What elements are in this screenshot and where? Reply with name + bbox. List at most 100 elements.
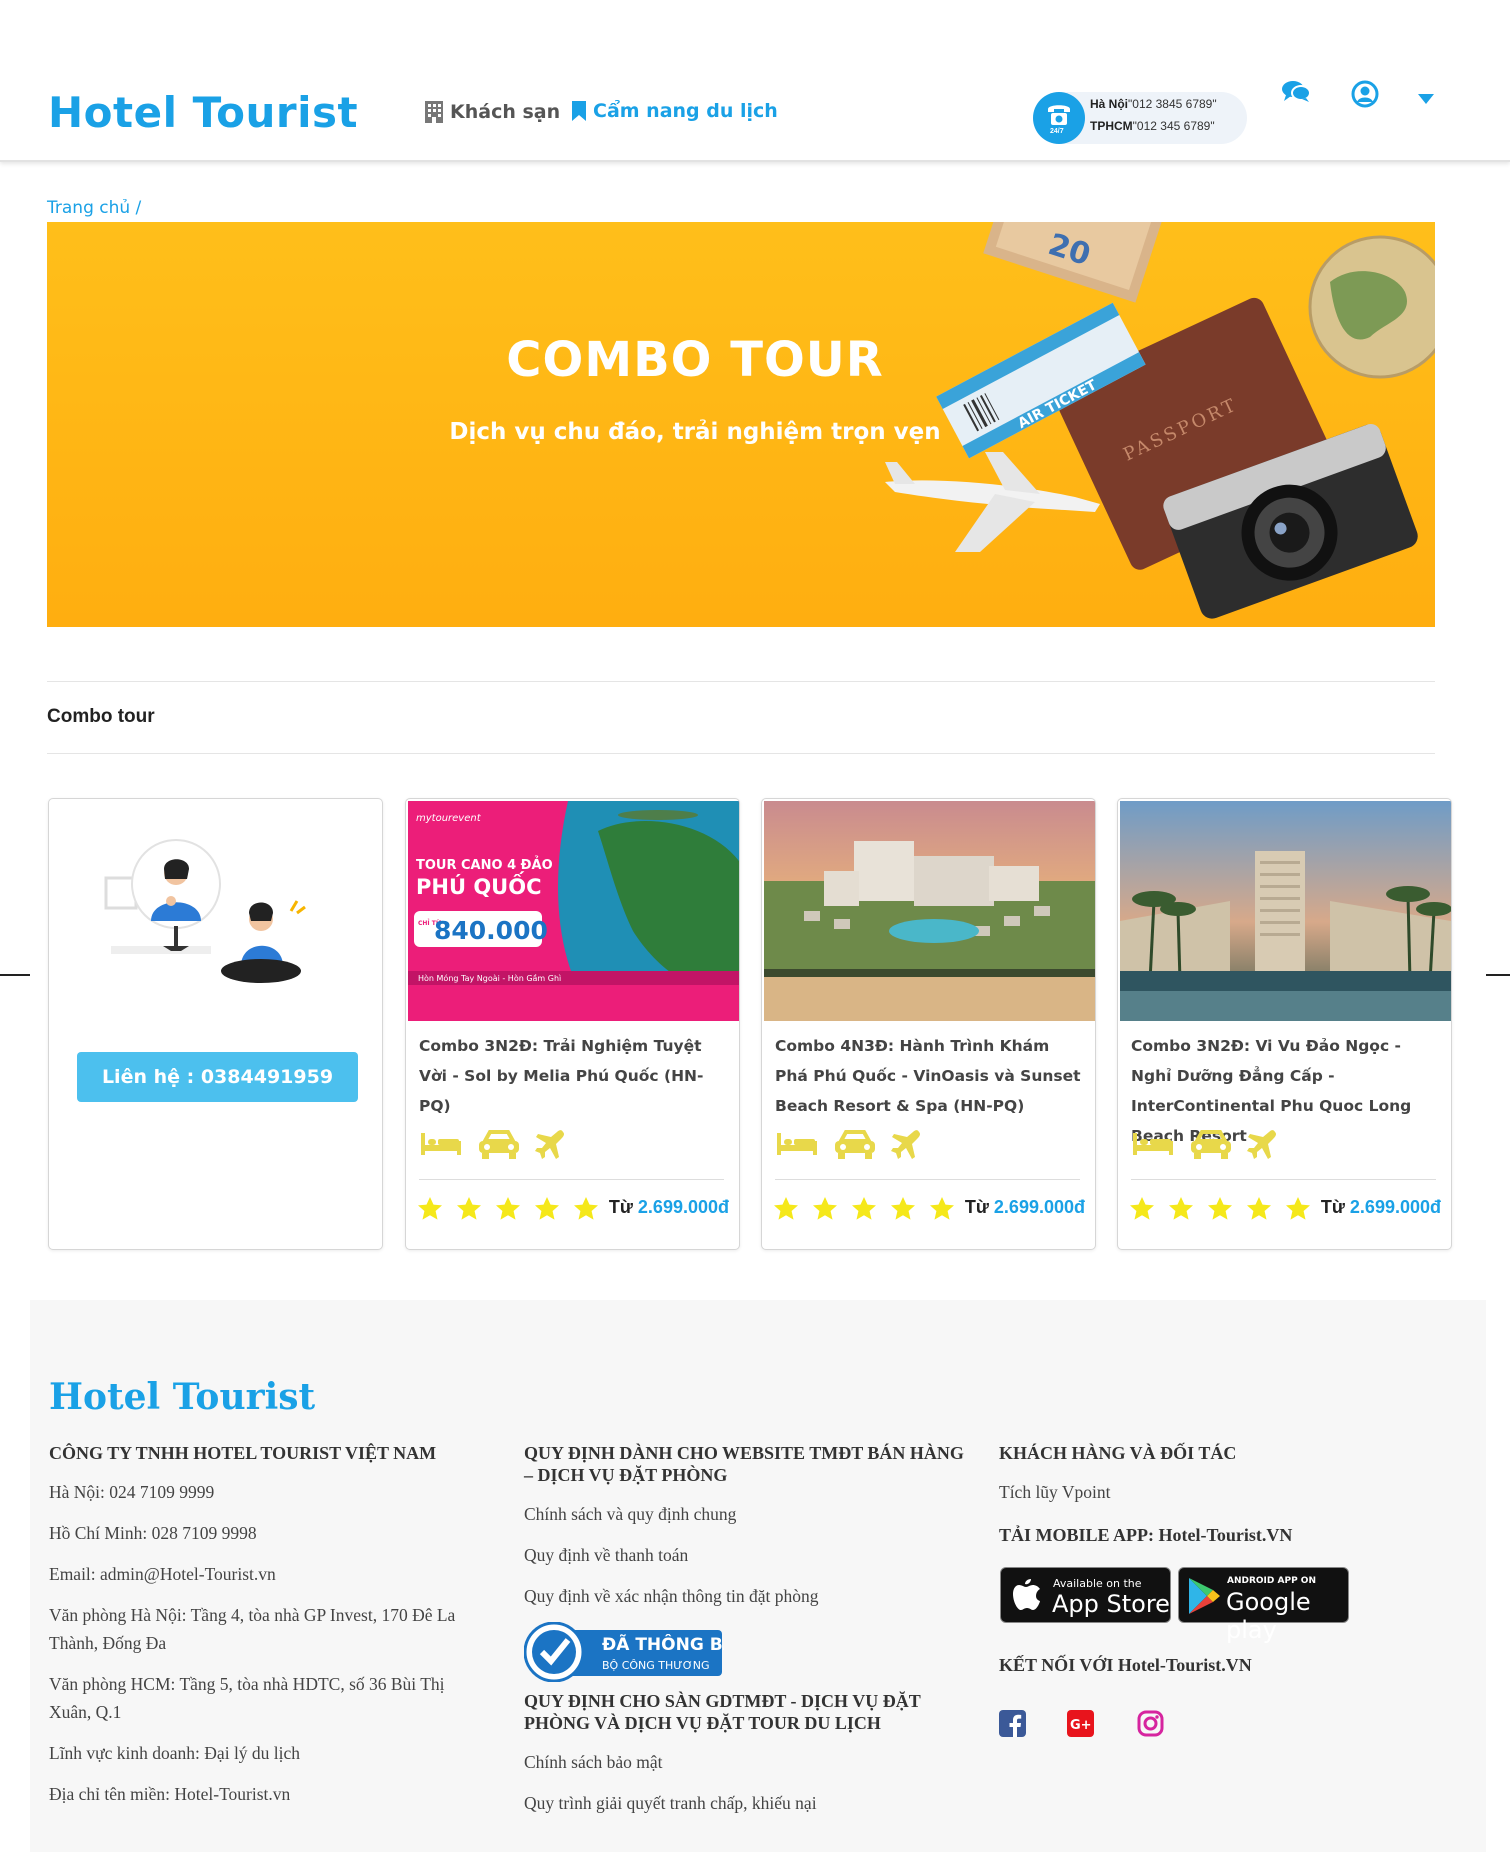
star-rating	[417, 1196, 599, 1221]
nav-hotels-label: Khách sạn	[450, 101, 561, 123]
badge-line1: ĐÃ THÔNG BÁO	[602, 1632, 724, 1655]
app-store-small-text: Available on the	[1053, 1577, 1142, 1590]
app-store-badge[interactable]: Available on the App Store	[1000, 1567, 1171, 1623]
footer-connect-heading: KẾT NỐI VỚI Hotel-Tourist.VN	[999, 1655, 1252, 1675]
breadcrumb[interactable]: Trang chủ /	[47, 198, 141, 218]
footer-link-dispute[interactable]: Quy trình giải quyết tranh chấp, khiếu n…	[524, 1789, 964, 1817]
travel-items-illustration: 20 PASSPORT AIR TICKET	[885, 222, 1435, 619]
combo-tour-banner: COMBO TOUR Dịch vụ chu đáo, trải nghiệm …	[47, 222, 1435, 627]
amenities	[1131, 1129, 1279, 1161]
amenities	[775, 1129, 923, 1161]
customer-support-illustration	[104, 839, 306, 983]
footer-link-privacy[interactable]: Chính sách bảo mật	[524, 1748, 964, 1776]
chevron-down-icon[interactable]	[1418, 94, 1434, 104]
bed-icon	[1133, 1133, 1173, 1155]
plane-icon	[891, 1130, 921, 1159]
building-icon	[425, 101, 443, 123]
star-icon	[535, 1197, 559, 1220]
footer-logo[interactable]: Hotel Tourist	[49, 1376, 315, 1418]
star-icon	[930, 1197, 954, 1220]
google-plus-icon[interactable]: G+	[1067, 1710, 1094, 1737]
badge-line2: BỘ CÔNG THƯƠNG	[602, 1659, 710, 1672]
site-logo[interactable]: Hotel Tourist	[48, 88, 358, 137]
star-rating	[1129, 1196, 1311, 1221]
bed-icon	[777, 1133, 817, 1155]
combo-card[interactable]: mytourevent TOUR CANO 4 ĐẢO PHÚ QUỐC CHỈ…	[405, 798, 740, 1250]
car-icon	[1191, 1130, 1231, 1159]
star-icon	[457, 1197, 481, 1220]
star-icon	[1169, 1197, 1193, 1220]
ministry-notified-badge[interactable]: ĐÃ THÔNG BÁO BỘ CÔNG THƯƠNG	[524, 1622, 724, 1682]
star-rating	[773, 1196, 955, 1221]
star-icon	[813, 1197, 837, 1220]
star-icon	[891, 1197, 915, 1220]
carousel-prev-arrow[interactable]	[0, 974, 30, 976]
star-icon	[574, 1197, 598, 1220]
combo-thumbnail-vinoasis	[764, 801, 1095, 1021]
combo-title[interactable]: Combo 3N2Đ: Trải Nghiệm Tuyệt Vời - Sol …	[419, 1031, 729, 1121]
facebook-icon[interactable]	[999, 1710, 1026, 1737]
plane-icon	[1247, 1130, 1277, 1159]
google-play-icon	[1189, 1578, 1220, 1614]
section-divider-bottom	[47, 753, 1435, 754]
star-icon	[496, 1197, 520, 1220]
app-store-big-text: App Store	[1052, 1590, 1170, 1618]
footer-email: Email: admin@Hotel-Tourist.vn	[49, 1564, 276, 1584]
footer-link-booking-confirmation[interactable]: Quy định về xác nhận thông tin đặt phòng	[524, 1582, 964, 1610]
footer-company-column: CÔNG TY TNHH HOTEL TOURIST VIỆT NAM Hà N…	[49, 1442, 489, 1808]
combo-price: Từ 2.699.000đ	[608, 1197, 729, 1217]
combo-card[interactable]: Combo 4N3Đ: Hành Trình Khám Phá Phú Quốc…	[761, 798, 1096, 1250]
contact-button[interactable]: Liên hệ : 0384491959	[77, 1052, 358, 1102]
footer-hanoi-phone: Hà Nội: 024 7109 9999	[49, 1482, 215, 1502]
combo-thumbnail-phu-quoc-promo: mytourevent TOUR CANO 4 ĐẢO PHÚ QUỐC CHỈ…	[408, 801, 739, 1021]
hotline-box[interactable]: 24/7 Hà Nội"012 3845 6789" TPHCM"012 345…	[1033, 92, 1247, 144]
nav-hotels[interactable]: Khách sạn	[424, 100, 560, 124]
star-icon	[1286, 1197, 1310, 1220]
footer-domain: Địa chỉ tên miền: Hotel-Tourist.vn	[49, 1784, 291, 1804]
star-icon	[852, 1197, 876, 1220]
car-icon	[479, 1130, 519, 1159]
footer-connect: KẾT NỐI VỚI Hotel-Tourist.VN	[999, 1654, 1439, 1676]
site-header: Hotel Tourist Khách sạn Cẩm nang du lịch…	[0, 0, 1510, 162]
chat-icon[interactable]	[1281, 80, 1311, 104]
contact-card: Liên hệ : 0384491959	[48, 798, 383, 1250]
footer-app-heading: TẢI MOBILE APP: Hotel-Tourist.VN	[999, 1525, 1293, 1545]
combo-thumbnail-intercontinental	[1120, 801, 1451, 1021]
star-icon	[1208, 1197, 1232, 1220]
footer-hcm-phone: Hồ Chí Minh: 028 7109 9998	[49, 1523, 257, 1543]
carousel-next-arrow[interactable]	[1486, 974, 1510, 976]
footer-regulations-heading: QUY ĐỊNH DÀNH CHO WEBSITE TMĐT BÁN HÀNG …	[524, 1443, 964, 1485]
plane-icon	[535, 1130, 565, 1159]
footer-company-heading: CÔNG TY TNHH HOTEL TOURIST VIỆT NAM	[49, 1443, 437, 1463]
combo-price: Từ 2.699.000đ	[964, 1197, 1085, 1217]
footer-ecommerce-heading: QUY ĐỊNH CHO SÀN GDTMĐT - DỊCH VỤ ĐẶT PH…	[524, 1691, 921, 1733]
nav-travel-guide-label: Cẩm nang du lịch	[593, 100, 778, 122]
section-title: Combo tour	[47, 706, 155, 727]
footer-link-payment[interactable]: Quy định về thanh toán	[524, 1541, 964, 1569]
apple-icon	[1013, 1579, 1040, 1610]
footer-link-vpoint[interactable]: Tích lũy Vpoint	[999, 1478, 1439, 1506]
instagram-icon[interactable]	[1137, 1710, 1164, 1737]
combo-card[interactable]: Combo 3N2Đ: Vi Vu Đảo Ngọc - Nghỉ Dưỡng …	[1117, 798, 1452, 1250]
nav-travel-guide[interactable]: Cẩm nang du lịch	[571, 100, 778, 122]
hotline-hcm: TPHCM"012 345 6789"	[1090, 119, 1215, 133]
footer-link-general-policy[interactable]: Chính sách và quy định chung	[524, 1500, 964, 1528]
card-divider	[1131, 1179, 1436, 1180]
hotline-hanoi: Hà Nội"012 3845 6789"	[1090, 97, 1217, 111]
star-icon	[1130, 1197, 1154, 1220]
footer-business-field: Lĩnh vực kinh doanh: Đại lý du lịch	[49, 1743, 301, 1763]
combo-title[interactable]: Combo 4N3Đ: Hành Trình Khám Phá Phú Quốc…	[775, 1031, 1085, 1121]
site-footer: Hotel Tourist CÔNG TY TNHH HOTEL TOURIST…	[30, 1300, 1486, 1852]
google-play-small-text: ANDROID APP ON	[1227, 1576, 1316, 1586]
google-play-badge[interactable]: ANDROID APP ON Google play	[1178, 1567, 1349, 1644]
phone-icon	[1048, 105, 1070, 125]
svg-text:G+: G+	[1070, 1718, 1092, 1733]
user-account-icon[interactable]	[1351, 80, 1379, 108]
footer-partners-column: KHÁCH HÀNG VÀ ĐỐI TÁC Tích lũy Vpoint TẢ…	[999, 1442, 1439, 1546]
hotline-phone-badge: 24/7	[1033, 92, 1085, 144]
bookmark-icon	[572, 101, 586, 121]
star-icon	[774, 1197, 798, 1220]
card-divider	[775, 1179, 1080, 1180]
promo-price: 840.000	[434, 916, 548, 945]
card-divider	[419, 1179, 724, 1180]
